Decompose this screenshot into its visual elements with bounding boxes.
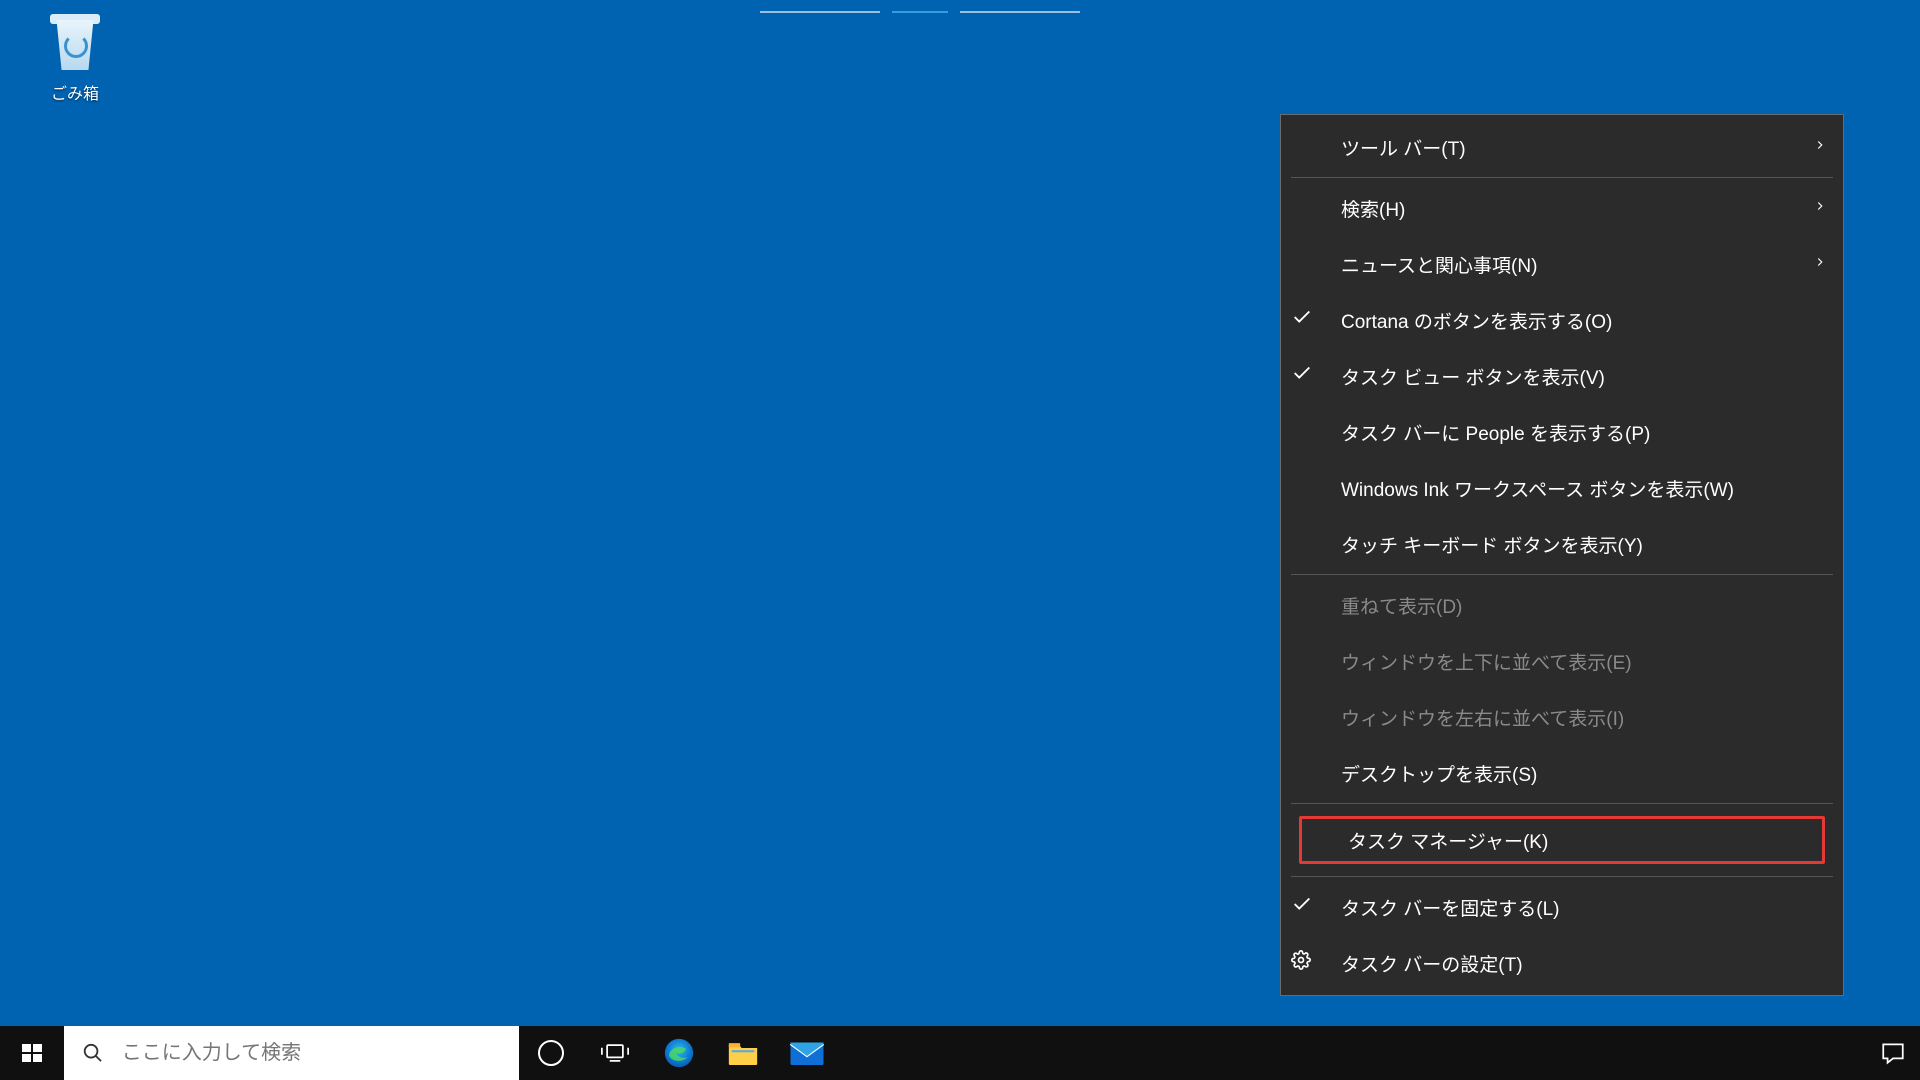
action-center-icon[interactable] [1880,1040,1906,1066]
menu-show-cortana[interactable]: Cortana のボタンを表示する(O) [1291,292,1833,348]
menu-lock-taskbar[interactable]: タスク バーを固定する(L) [1291,879,1833,935]
menu-search[interactable]: 検索(H) [1291,180,1833,236]
window-edge-artifact [760,0,1180,2]
cortana-button[interactable] [519,1026,583,1080]
chevron-right-icon [1813,197,1827,219]
search-input[interactable] [122,1042,511,1065]
recycle-bin[interactable]: ごみ箱 [30,12,120,104]
menu-label: タスク ビュー ボタンを表示(V) [1341,363,1605,390]
system-tray[interactable] [1880,1026,1906,1080]
menu-label: ニュースと関心事項(N) [1341,251,1537,278]
menu-label: タッチ キーボード ボタンを表示(Y) [1341,531,1643,558]
menu-news-interests[interactable]: ニュースと関心事項(N) [1291,236,1833,292]
search-icon [82,1041,104,1065]
menu-label: タスク バーに People を表示する(P) [1341,419,1650,446]
edge-app[interactable] [647,1026,711,1080]
menu-separator [1291,177,1833,178]
menu-label: デスクトップを表示(S) [1341,760,1537,787]
menu-separator [1291,876,1833,877]
menu-cascade-windows: 重ねて表示(D) [1291,577,1833,633]
menu-toolbars[interactable]: ツール バー(T) [1291,119,1833,175]
menu-label: タスク バーの設定(T) [1341,950,1523,977]
mail-icon [789,1038,825,1068]
menu-label: Windows Ink ワークスペース ボタンを表示(W) [1341,475,1734,502]
menu-taskbar-settings[interactable]: タスク バーの設定(T) [1291,935,1833,991]
menu-label: 重ねて表示(D) [1341,592,1462,619]
menu-show-ink-workspace[interactable]: Windows Ink ワークスペース ボタンを表示(W) [1291,460,1833,516]
check-icon [1291,893,1313,921]
file-explorer-app[interactable] [711,1026,775,1080]
menu-label: ツール バー(T) [1341,134,1466,161]
menu-label: ウィンドウを左右に並べて表示(I) [1341,704,1624,731]
menu-separator [1291,574,1833,575]
menu-label: ウィンドウを上下に並べて表示(E) [1341,648,1632,675]
taskbar[interactable] [0,1026,1920,1080]
menu-show-touch-keyboard[interactable]: タッチ キーボード ボタンを表示(Y) [1291,516,1833,572]
menu-side-by-side-windows: ウィンドウを左右に並べて表示(I) [1291,689,1833,745]
chevron-right-icon [1813,253,1827,275]
taskbar-search[interactable] [64,1026,519,1080]
folder-icon [726,1038,760,1068]
cortana-icon [538,1040,564,1066]
check-icon [1291,362,1313,390]
recycle-bin-icon [44,12,106,74]
windows-logo-icon [20,1041,44,1065]
menu-label: Cortana のボタンを表示する(O) [1341,307,1612,334]
check-icon [1291,306,1313,334]
menu-show-desktop[interactable]: デスクトップを表示(S) [1291,745,1833,801]
taskbar-context-menu: ツール バー(T) 検索(H) ニュースと関心事項(N) Cortana のボタ… [1280,114,1844,996]
task-view-button[interactable] [583,1026,647,1080]
menu-label: タスク バーを固定する(L) [1341,894,1560,921]
menu-stack-windows: ウィンドウを上下に並べて表示(E) [1291,633,1833,689]
task-view-icon [601,1042,629,1064]
start-button[interactable] [0,1026,64,1080]
gear-icon [1291,950,1311,976]
menu-label: タスク マネージャー(K) [1348,827,1548,854]
menu-show-taskview[interactable]: タスク ビュー ボタンを表示(V) [1291,348,1833,404]
menu-task-manager[interactable]: タスク マネージャー(K) [1299,816,1825,864]
menu-show-people[interactable]: タスク バーに People を表示する(P) [1291,404,1833,460]
menu-separator [1291,803,1833,804]
chevron-right-icon [1813,136,1827,158]
recycle-bin-label: ごみ箱 [30,80,120,104]
edge-icon [662,1036,696,1070]
menu-label: 検索(H) [1341,195,1405,222]
mail-app[interactable] [775,1026,839,1080]
